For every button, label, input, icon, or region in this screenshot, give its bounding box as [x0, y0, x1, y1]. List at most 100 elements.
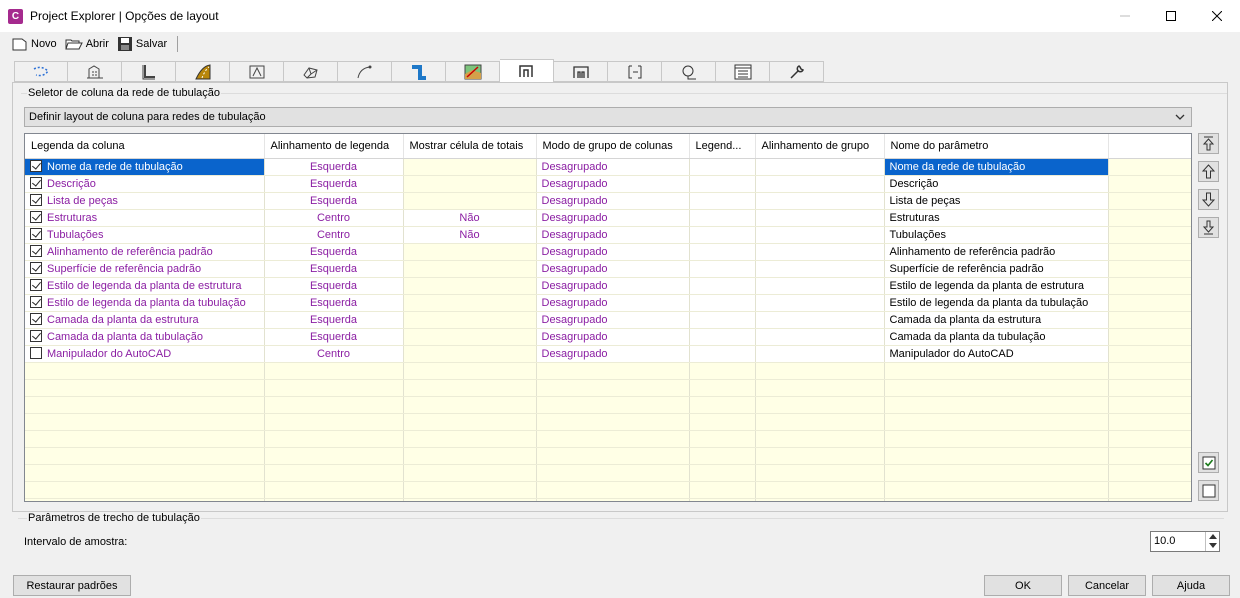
alignment-cell[interactable]: Esquerda: [264, 294, 404, 312]
tab-8[interactable]: [392, 61, 446, 82]
uncheck-all-button[interactable]: [1198, 480, 1219, 501]
legend-group-cell[interactable]: [689, 226, 756, 244]
ok-button[interactable]: OK: [984, 575, 1062, 596]
tab-4[interactable]: [176, 61, 230, 82]
group-alignment-cell[interactable]: [755, 209, 885, 227]
filler-cell[interactable]: [1108, 294, 1191, 312]
totals-cell[interactable]: [403, 243, 537, 261]
group-alignment-cell[interactable]: [755, 226, 885, 244]
legend-cell[interactable]: Manipulador do AutoCAD: [25, 345, 265, 363]
checkbox-checked[interactable]: [30, 262, 42, 274]
totals-cell[interactable]: [403, 277, 537, 295]
group-alignment-cell[interactable]: [755, 294, 885, 312]
parameter-name-cell[interactable]: Manipulador do AutoCAD: [884, 345, 1109, 363]
filler-cell[interactable]: [1108, 311, 1191, 329]
group-mode-cell[interactable]: Desagrupado: [536, 175, 690, 193]
alignment-cell[interactable]: Esquerda: [264, 158, 404, 176]
table-row[interactable]: Superfície de referência padrão Esquerda D…: [25, 260, 1191, 278]
column-header[interactable]: Legenda da coluna: [25, 134, 265, 159]
table-row[interactable]: Estruturas Centro Não Desagrupado Estruturas: [25, 209, 1191, 227]
novo-button[interactable]: Novo: [12, 37, 57, 51]
group-alignment-cell[interactable]: [755, 328, 885, 346]
table-row[interactable]: Estilo de legenda da planta de estrutura…: [25, 277, 1191, 295]
salvar-button[interactable]: Salvar: [117, 36, 167, 52]
parameter-name-cell[interactable]: Estilo de legenda da planta da tubulação: [884, 294, 1109, 312]
group-alignment-cell[interactable]: [755, 192, 885, 210]
filler-cell[interactable]: [1108, 260, 1191, 278]
legend-cell[interactable]: Alinhamento de referência padrão: [25, 243, 265, 261]
parameter-name-cell[interactable]: Alinhamento de referência padrão: [884, 243, 1109, 261]
checkbox-checked[interactable]: [30, 177, 42, 189]
table-row[interactable]: Camada da planta da tubulação Esquerda Des…: [25, 328, 1191, 346]
abrir-button[interactable]: Abrir: [64, 37, 109, 51]
alignment-cell[interactable]: Esquerda: [264, 277, 404, 295]
move-up-button[interactable]: [1198, 161, 1219, 182]
totals-cell[interactable]: [403, 260, 537, 278]
tab-12[interactable]: [608, 61, 662, 82]
column-header[interactable]: Nome do parâmetro: [884, 134, 1109, 159]
legend-group-cell[interactable]: [689, 277, 756, 295]
alignment-cell[interactable]: Esquerda: [264, 192, 404, 210]
filler-cell[interactable]: [1108, 175, 1191, 193]
checkbox-checked[interactable]: [30, 330, 42, 342]
table-row[interactable]: Estilo de legenda da planta da tubulação…: [25, 294, 1191, 312]
parameter-name-cell[interactable]: Nome da rede de tubulação: [884, 158, 1109, 176]
tab-5[interactable]: [230, 61, 284, 82]
column-header[interactable]: Modo de grupo de colunas: [536, 134, 690, 159]
alignment-cell[interactable]: Esquerda: [264, 328, 404, 346]
table-row[interactable]: Manipulador do AutoCAD Centro Desagrupado M…: [25, 345, 1191, 363]
parameter-name-cell[interactable]: Estruturas: [884, 209, 1109, 227]
checkbox-checked[interactable]: [30, 160, 42, 172]
checkbox-checked[interactable]: [30, 313, 42, 325]
checkbox-checked[interactable]: [30, 245, 42, 257]
totals-cell[interactable]: Não: [403, 209, 537, 227]
legend-cell[interactable]: Nome da rede de tubulação: [25, 158, 265, 176]
group-mode-cell[interactable]: Desagrupado: [536, 260, 690, 278]
alignment-cell[interactable]: Esquerda: [264, 311, 404, 329]
checkbox-checked[interactable]: [30, 211, 42, 223]
column-header[interactable]: [1108, 134, 1191, 159]
checkbox-checked[interactable]: [30, 279, 42, 291]
legend-cell[interactable]: Estruturas: [25, 209, 265, 227]
tab-1[interactable]: [14, 61, 68, 82]
totals-cell[interactable]: [403, 158, 537, 176]
group-alignment-cell[interactable]: [755, 158, 885, 176]
tab-15[interactable]: [770, 61, 824, 82]
filler-cell[interactable]: [1108, 209, 1191, 227]
checkbox-checked[interactable]: [30, 228, 42, 240]
group-mode-cell[interactable]: Desagrupado: [536, 311, 690, 329]
column-header[interactable]: Legend...: [689, 134, 756, 159]
column-layout-dropdown[interactable]: Definir layout de coluna para redes de t…: [24, 107, 1192, 127]
legend-cell[interactable]: Tubulações: [25, 226, 265, 244]
legend-group-cell[interactable]: [689, 243, 756, 261]
alignment-cell[interactable]: Esquerda: [264, 175, 404, 193]
parameter-name-cell[interactable]: Lista de peças: [884, 192, 1109, 210]
parameter-name-cell[interactable]: Camada da planta da estrutura: [884, 311, 1109, 329]
group-alignment-cell[interactable]: [755, 243, 885, 261]
filler-cell[interactable]: [1108, 192, 1191, 210]
legend-group-cell[interactable]: [689, 311, 756, 329]
group-alignment-cell[interactable]: [755, 311, 885, 329]
group-mode-cell[interactable]: Desagrupado: [536, 345, 690, 363]
column-header[interactable]: Alinhamento de legenda: [264, 134, 404, 159]
filler-cell[interactable]: [1108, 243, 1191, 261]
table-row[interactable]: Descrição Esquerda Desagrupado Descrição: [25, 175, 1191, 193]
legend-cell[interactable]: Camada da planta da estrutura: [25, 311, 265, 329]
group-mode-cell[interactable]: Desagrupado: [536, 277, 690, 295]
totals-cell[interactable]: [403, 345, 537, 363]
move-down-button[interactable]: [1198, 189, 1219, 210]
tab-6[interactable]: [284, 61, 338, 82]
group-mode-cell[interactable]: Desagrupado: [536, 226, 690, 244]
spin-down-button[interactable]: [1206, 541, 1219, 550]
tab-14[interactable]: [716, 61, 770, 82]
filler-cell[interactable]: [1108, 277, 1191, 295]
legend-group-cell[interactable]: [689, 294, 756, 312]
legend-group-cell[interactable]: [689, 345, 756, 363]
maximize-button[interactable]: [1148, 0, 1194, 32]
legend-group-cell[interactable]: [689, 192, 756, 210]
cancel-button[interactable]: Cancelar: [1068, 575, 1146, 596]
totals-cell[interactable]: Não: [403, 226, 537, 244]
group-mode-cell[interactable]: Desagrupado: [536, 192, 690, 210]
totals-cell[interactable]: [403, 175, 537, 193]
check-all-button[interactable]: [1198, 452, 1219, 473]
